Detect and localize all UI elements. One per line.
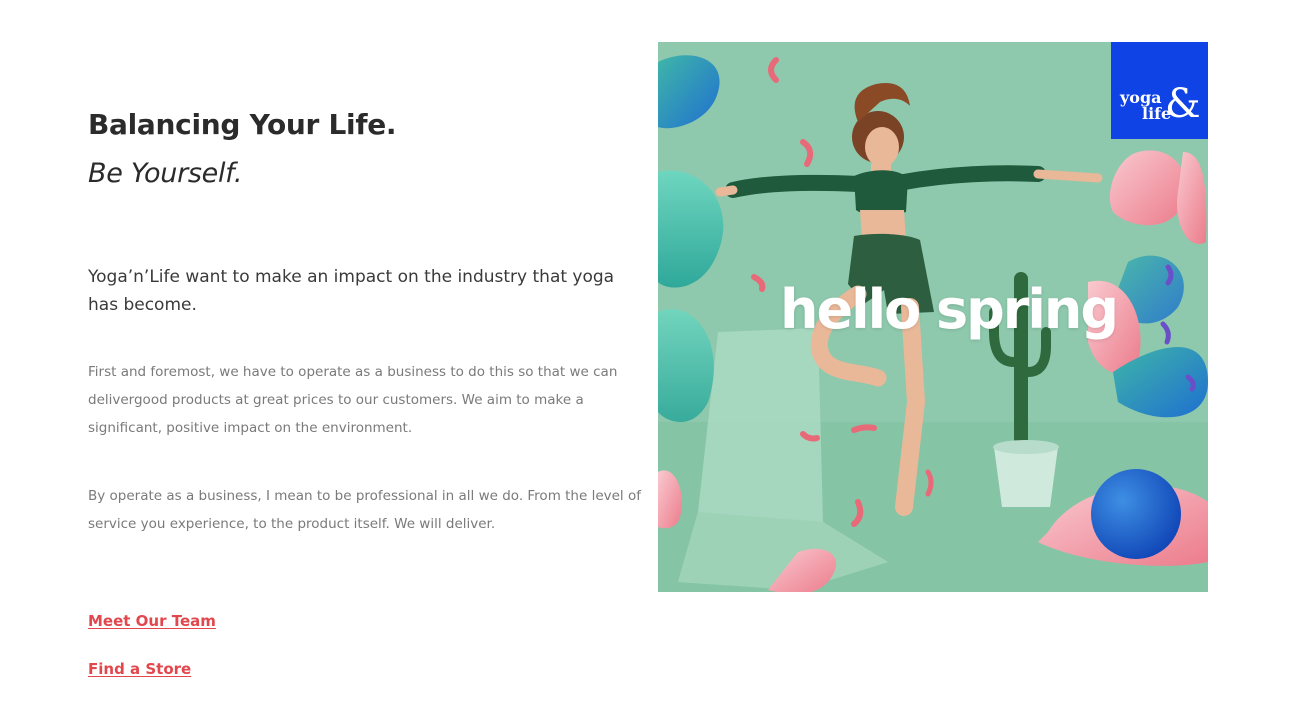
hero-caption: hello spring [780,278,1119,341]
body-paragraph-2: By operate as a business, I mean to be p… [88,488,641,532]
lead-paragraph: Yoga’n’Life want to make an impact on th… [88,267,615,315]
logo-word-life: life [1142,104,1172,123]
find-a-store-link[interactable]: Find a Store [88,660,191,678]
page-title: Balancing Your Life. [88,108,397,141]
page-subtitle: Be Yourself. [88,158,243,189]
brand-logo: yoga life & [1111,42,1208,139]
body-paragraph-1: First and foremost, we have to operate a… [88,364,618,436]
meet-our-team-link[interactable]: Meet Our Team [88,612,216,630]
hero-image: hello spring yoga life & [658,42,1208,592]
logo-ampersand: & [1165,81,1201,127]
